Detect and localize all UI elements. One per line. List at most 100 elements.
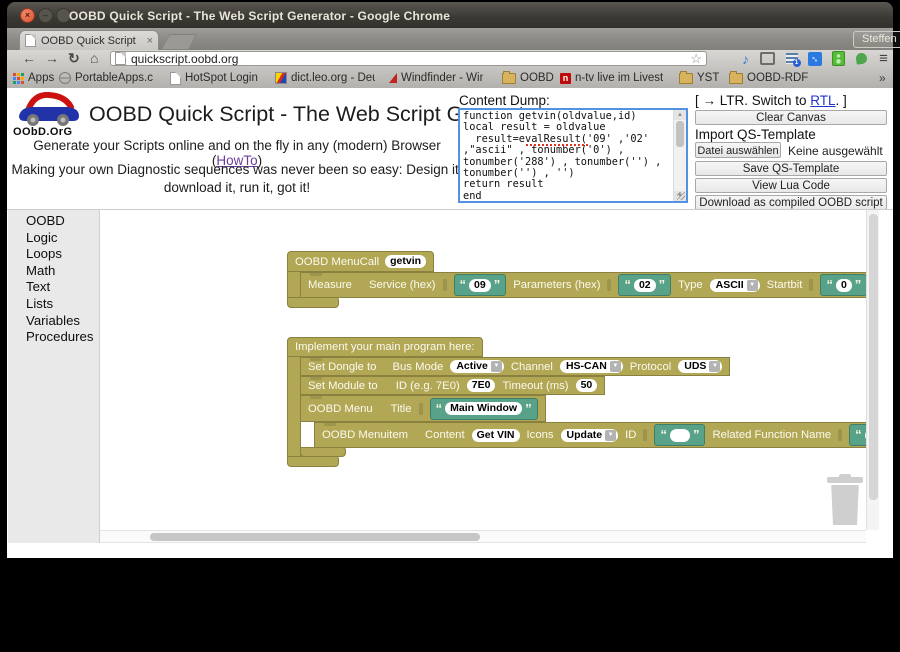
startbit-value-field[interactable]: 0 (836, 279, 852, 292)
block-set-dongle[interactable]: Set Dongle to Bus Mode Active ▼ Channel … (300, 357, 730, 376)
car-logo-icon (15, 92, 83, 128)
trash-can-icon[interactable] (827, 474, 863, 526)
bookmark-dict-leo[interactable]: dict.leo.org - Deu (275, 68, 375, 88)
content-dump-textarea[interactable]: function getvin(oldvalue,id) local resul… (458, 108, 688, 203)
music-extension-icon[interactable]: ♪ (738, 51, 753, 66)
block-main-program[interactable]: Implement your main program here: (287, 337, 483, 357)
list-extension-icon[interactable]: 1 (784, 51, 799, 66)
forward-icon[interactable]: → (45, 50, 59, 67)
string-block-startbit[interactable]: “ 0 ” (820, 274, 866, 296)
block-oobd-menuitem[interactable]: OOBD Menuitem Content Get VIN Icons Upda… (314, 422, 866, 448)
window-titlebar[interactable]: × – OOBD Quick Script - The Web Script G… (7, 2, 893, 29)
menuitem-content-field[interactable]: Get VIN (472, 429, 520, 442)
vertical-scrollbar-thumb[interactable] (869, 214, 878, 500)
window-minimize-button[interactable]: – (38, 8, 53, 23)
scroll-up-icon[interactable]: ▲ (674, 110, 686, 120)
bookmark-label: YST (697, 72, 719, 84)
globe-icon (59, 72, 71, 84)
home-icon[interactable]: ⌂ (90, 50, 98, 67)
zoom-extension-icon[interactable]: ↔ (807, 51, 822, 66)
new-tab-button[interactable] (161, 34, 198, 50)
block-measure[interactable]: Measure Service (hex) “ 09 ” Parameters … (300, 272, 866, 298)
service-value-field[interactable]: 09 (469, 279, 491, 292)
canvas-vertical-scrollbar[interactable] (866, 210, 879, 530)
apps-shortcut[interactable]: Apps (13, 68, 54, 88)
bookmark-folder-oobd-rdf[interactable]: OOBD-RDF (729, 68, 808, 88)
chrome-menu-button[interactable]: ≡ (876, 51, 891, 66)
toolbox-category-procedures[interactable]: Procedures (8, 329, 99, 346)
rtl-link[interactable]: RTL (810, 93, 835, 108)
textarea-resize-grip[interactable] (677, 192, 685, 200)
view-lua-button[interactable]: View Lua Code (695, 178, 887, 193)
menu-title-field[interactable]: Main Window (445, 402, 522, 415)
save-template-button[interactable]: Save QS-Template (695, 161, 887, 176)
close-quote-icon: ” (525, 403, 532, 415)
canvas-horizontal-scrollbar[interactable] (100, 530, 866, 543)
string-block-params[interactable]: “ 02 ” (618, 274, 671, 296)
music-note-icon: ♪ (742, 51, 749, 67)
string-block-service[interactable]: “ 09 ” (454, 274, 507, 296)
block-set-module[interactable]: Set Module to ID (e.g. 7E0) 7E0 Timeout … (300, 376, 605, 395)
bookmark-folder-oobd[interactable]: OOBD (502, 68, 554, 88)
pin-extension-icon[interactable] (854, 51, 869, 66)
tab-close-icon[interactable]: × (147, 36, 153, 46)
tab-oobd-quick-script[interactable]: OOBD Quick Script × (19, 30, 159, 50)
horizontal-scrollbar-thumb[interactable] (150, 533, 480, 541)
toolbox-category-math[interactable]: Math (8, 263, 99, 280)
url-text[interactable]: quickscript.oobd.org (131, 52, 685, 66)
open-quote-icon: “ (460, 279, 467, 291)
toolbox-category-text[interactable]: Text (8, 279, 99, 296)
textarea-scrollbar[interactable]: ▲ ▼ (673, 110, 686, 201)
back-icon[interactable]: ← (22, 50, 36, 67)
bookmark-portableapps[interactable]: PortableApps.com (59, 68, 153, 88)
field-label: Type (678, 279, 703, 291)
field-label: Content (425, 429, 465, 441)
params-value-field[interactable]: 02 (634, 279, 656, 292)
textarea-scrollbar-thumb[interactable] (676, 121, 684, 147)
toolbox-category-lists[interactable]: Lists (8, 296, 99, 313)
bookmark-ntv[interactable]: n n-tv live im Livest (560, 68, 663, 88)
download-script-button[interactable]: Download as compiled OOBD script (695, 195, 887, 210)
reload-icon[interactable]: ↻ (68, 50, 80, 67)
menuitem-id-field[interactable] (670, 429, 690, 442)
blockly-canvas[interactable]: OOBD MenuCall getvin Measure Service (he… (100, 210, 866, 530)
block-oobd-menu[interactable]: OOBD Menu Title “ Main Window ” (300, 395, 546, 422)
field-label: ID (e.g. 7E0) (396, 380, 460, 392)
file-choose-button[interactable]: Datei auswählen (695, 142, 781, 158)
menucall-name-field[interactable]: getvin (385, 255, 426, 268)
bookmarks-overflow-button[interactable]: » (879, 68, 886, 88)
bookmark-folder-yst[interactable]: YST (679, 68, 719, 88)
input-socket (809, 279, 813, 291)
bookmark-label: Windfinder - Win (401, 72, 483, 84)
bookmark-hotspot-login[interactable]: HotSpot Login (170, 68, 258, 88)
profile-name-button[interactable]: Steffen (853, 31, 900, 48)
url-bar[interactable]: quickscript.oobd.org ☆ (110, 51, 707, 66)
bookmark-windfinder[interactable]: Windfinder - Win (389, 68, 483, 88)
dropdown-arrow-icon: ▼ (605, 430, 616, 441)
type-dropdown[interactable]: ASCII ▼ (710, 279, 760, 292)
window-close-button[interactable]: × (20, 8, 35, 23)
string-block-related-function[interactable]: “ getvin ” (849, 424, 866, 446)
open-quote-icon: “ (855, 429, 862, 441)
dropdown-arrow-icon: ▼ (491, 361, 502, 372)
timeout-field[interactable]: 50 (576, 379, 598, 392)
busmode-dropdown[interactable]: Active ▼ (450, 360, 504, 373)
string-block-menu-title[interactable]: “ Main Window ” (430, 398, 538, 420)
block-oobd-menucall[interactable]: OOBD MenuCall getvin (287, 251, 434, 272)
overflow-chevron-icon: » (879, 71, 886, 85)
clear-canvas-button[interactable]: Clear Canvas (695, 110, 887, 125)
module-id-field[interactable]: 7E0 (467, 379, 496, 392)
block-label: Implement your main program here: (295, 341, 475, 353)
string-block-menuitem-id[interactable]: “ ” (654, 424, 705, 446)
protocol-dropdown[interactable]: UDS ▼ (678, 360, 722, 373)
icons-dropdown[interactable]: Update ▼ (561, 429, 619, 442)
bookmark-star-icon[interactable]: ☆ (690, 53, 702, 65)
cast-extension-icon[interactable] (760, 51, 775, 66)
tagline-line1: Making your own Diagnostic sequences was… (11, 161, 463, 179)
amp-extension-icon[interactable] (831, 51, 846, 66)
toolbox-category-oobd[interactable]: OOBD (8, 213, 99, 230)
toolbox-category-loops[interactable]: Loops (8, 246, 99, 263)
toolbox-category-logic[interactable]: Logic (8, 230, 99, 247)
channel-dropdown[interactable]: HS-CAN ▼ (560, 360, 623, 373)
toolbox-category-variables[interactable]: Variables (8, 313, 99, 330)
